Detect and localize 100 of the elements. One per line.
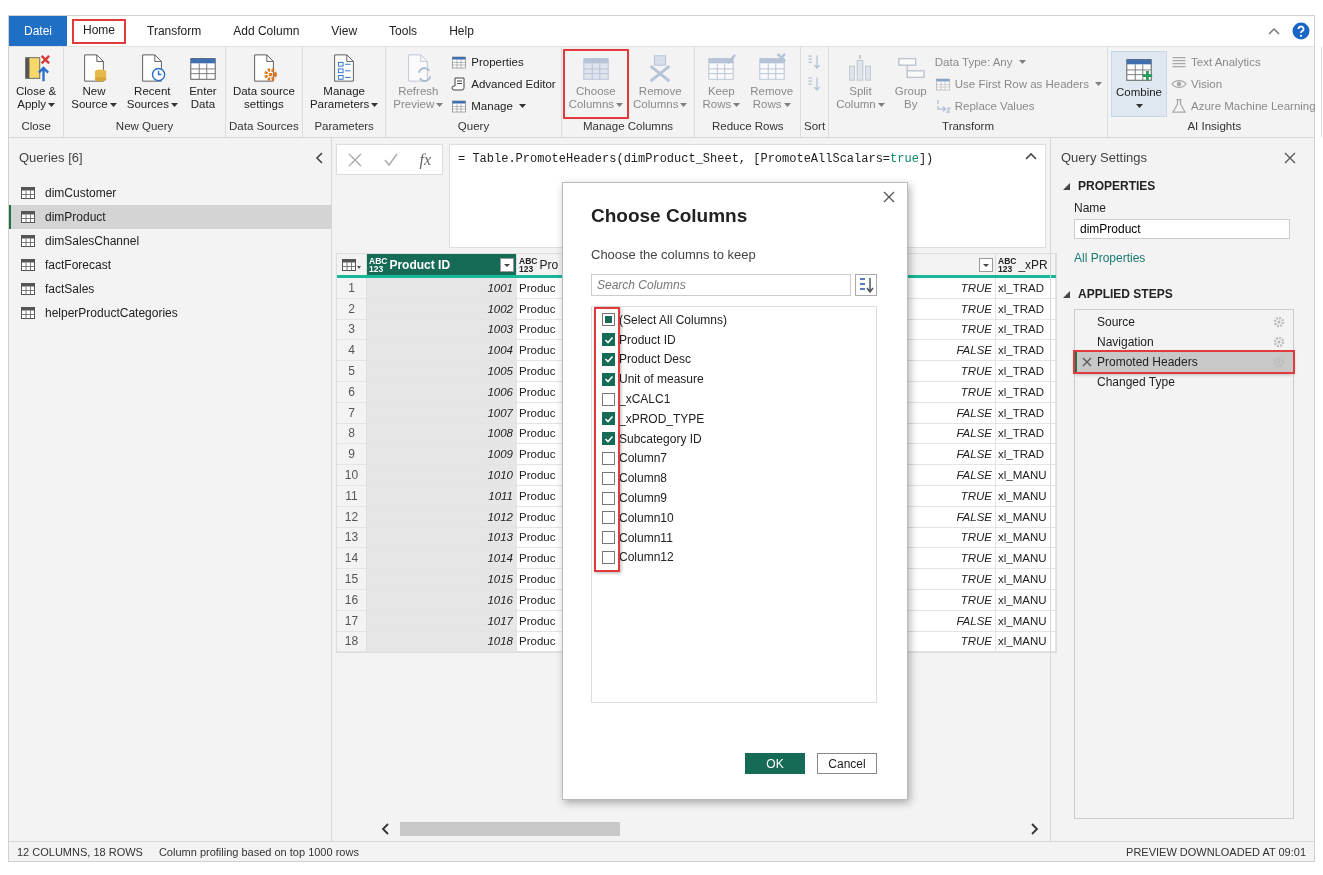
- table-icon: [934, 76, 951, 92]
- scroll-right-icon[interactable]: [1030, 823, 1040, 835]
- ribbon-button[interactable]: Combine: [1110, 51, 1167, 117]
- fx-label: fx: [419, 150, 432, 169]
- checkbox[interactable]: [602, 451, 615, 465]
- ribbon-tab[interactable]: Tools: [379, 19, 428, 43]
- row-number: 7: [337, 402, 367, 423]
- query-item[interactable]: factForecast: [9, 253, 331, 277]
- query-item[interactable]: dimSalesChannel: [9, 229, 331, 253]
- ribbon-button[interactable]: Advanced Editor: [451, 75, 556, 93]
- checkbox-label: Column12: [619, 550, 674, 565]
- cancel-button[interactable]: Cancel: [817, 753, 877, 774]
- checkbox-label: Column7: [619, 451, 668, 466]
- ribbon-button[interactable]: Data source settings: [228, 51, 299, 117]
- group-label: Manage Columns: [581, 120, 675, 134]
- type-badge[interactable]: ABC 123: [998, 256, 1017, 273]
- checkbox[interactable]: [602, 313, 615, 327]
- pane-title: Query Settings: [1061, 150, 1147, 165]
- ribbon-tab[interactable]: Home: [73, 19, 126, 43]
- checkbox[interactable]: [602, 471, 615, 485]
- collapse-triangle-icon[interactable]: [1063, 182, 1070, 190]
- checkbox[interactable]: [602, 372, 615, 386]
- ok-button[interactable]: OK: [745, 753, 805, 774]
- filter-dropdown-icon[interactable]: [500, 257, 514, 272]
- scrollbar-thumb[interactable]: [400, 822, 620, 836]
- row-number: 8: [337, 423, 367, 444]
- all-properties-link[interactable]: All Properties: [1074, 251, 1304, 265]
- checkbox[interactable]: [602, 412, 615, 426]
- table-check-icon: [706, 53, 737, 83]
- ribbon-button[interactable]: Recent Sources: [122, 51, 182, 117]
- ribbon-button[interactable]: Manage: [451, 97, 556, 115]
- applied-step[interactable]: Navigation: [1075, 332, 1293, 352]
- row-number: 9: [337, 444, 367, 465]
- applied-step[interactable]: Changed Type: [1075, 372, 1293, 392]
- query-item[interactable]: factSales: [9, 277, 331, 301]
- ribbon-button[interactable]: Enter Data: [183, 51, 222, 117]
- ribbon-tab[interactable]: Transform: [137, 19, 212, 43]
- checkbox[interactable]: [602, 511, 615, 525]
- query-item[interactable]: dimProduct: [9, 205, 331, 229]
- checkbox[interactable]: [602, 531, 615, 545]
- applied-step[interactable]: Promoted Headers: [1075, 352, 1293, 372]
- ribbon-button[interactable]: Properties: [451, 53, 556, 71]
- query-item[interactable]: dimCustomer: [9, 181, 331, 205]
- applied-step[interactable]: Source: [1075, 312, 1293, 332]
- search-field[interactable]: Search Columns: [591, 274, 851, 296]
- type-badge[interactable]: ABC 123: [519, 256, 538, 273]
- table-cell: 1009: [367, 444, 517, 465]
- ribbon-tab[interactable]: Add Column: [223, 19, 310, 43]
- checkbox-label: Column9: [619, 491, 668, 506]
- collapse-pane-icon[interactable]: [315, 151, 323, 164]
- file-tab[interactable]: Datei: [9, 16, 67, 46]
- table-cell: xl_TRAD: [996, 444, 1056, 465]
- column-name: Product ID: [389, 257, 451, 272]
- table-cell: xl_MANU: [996, 569, 1056, 589]
- status-text: 12 COLUMNS, 18 ROWS: [17, 845, 143, 858]
- table-cell: 1013: [367, 527, 517, 548]
- row-number: 6: [337, 382, 367, 402]
- ribbon-tab[interactable]: View: [321, 19, 368, 43]
- close-icon[interactable]: [883, 191, 895, 203]
- table-cell: xl_TRAD: [996, 361, 1056, 381]
- ribbon-button[interactable]: Manage Parameters: [305, 51, 383, 117]
- collapse-ribbon-icon[interactable]: [1268, 27, 1280, 35]
- row-number: 1: [337, 278, 367, 298]
- flask-icon: [1171, 98, 1187, 114]
- checkbox[interactable]: [602, 392, 615, 406]
- collapse-triangle-icon[interactable]: [1063, 290, 1070, 298]
- ribbon-tab[interactable]: Help: [439, 19, 484, 43]
- checkbox[interactable]: [602, 353, 615, 366]
- filter-dropdown-icon[interactable]: [979, 257, 993, 272]
- row-number: 5: [337, 361, 367, 381]
- query-item[interactable]: helperProductCategories: [9, 301, 331, 325]
- checkbox[interactable]: [602, 333, 615, 347]
- caret-icon: [518, 104, 526, 108]
- delete-icon[interactable]: [1082, 357, 1092, 367]
- scroll-left-icon[interactable]: [380, 823, 390, 835]
- checkbox[interactable]: [602, 550, 615, 564]
- formula-text[interactable]: = Table.PromoteHeaders(dimProduct_Sheet, [PromoteAllScalars=true]): [458, 152, 934, 166]
- help-icon[interactable]: [1292, 22, 1310, 40]
- row-number: 3: [337, 319, 367, 340]
- row-number: 14: [337, 548, 367, 569]
- ribbon-button[interactable]: Close & Apply: [12, 51, 61, 117]
- checkbox[interactable]: [602, 432, 615, 446]
- row-number: 16: [337, 589, 367, 610]
- row-number: 18: [337, 631, 367, 652]
- sort-button[interactable]: [855, 274, 877, 296]
- column-name: _xPR: [1018, 257, 1048, 272]
- ribbon-button[interactable]: New Source: [67, 51, 121, 117]
- checkbox[interactable]: [602, 491, 615, 505]
- table-icon: [21, 187, 35, 199]
- expand-icon[interactable]: [1025, 152, 1037, 160]
- dialog-subtitle: Choose the columns to keep: [591, 247, 757, 262]
- row-number: 11: [337, 485, 367, 506]
- table-cell: xl_MANU: [996, 631, 1056, 652]
- type-badge[interactable]: ABC 123: [369, 256, 388, 273]
- status-text: Column profiling based on top 1000 rows: [158, 845, 359, 858]
- checkmark-icon[interactable]: [383, 152, 398, 167]
- name-field[interactable]: dimProduct: [1074, 219, 1290, 239]
- close-icon[interactable]: [1284, 151, 1296, 164]
- table-menu-icon[interactable]: [341, 258, 362, 271]
- dialog-title: Choose Columns: [591, 205, 749, 227]
